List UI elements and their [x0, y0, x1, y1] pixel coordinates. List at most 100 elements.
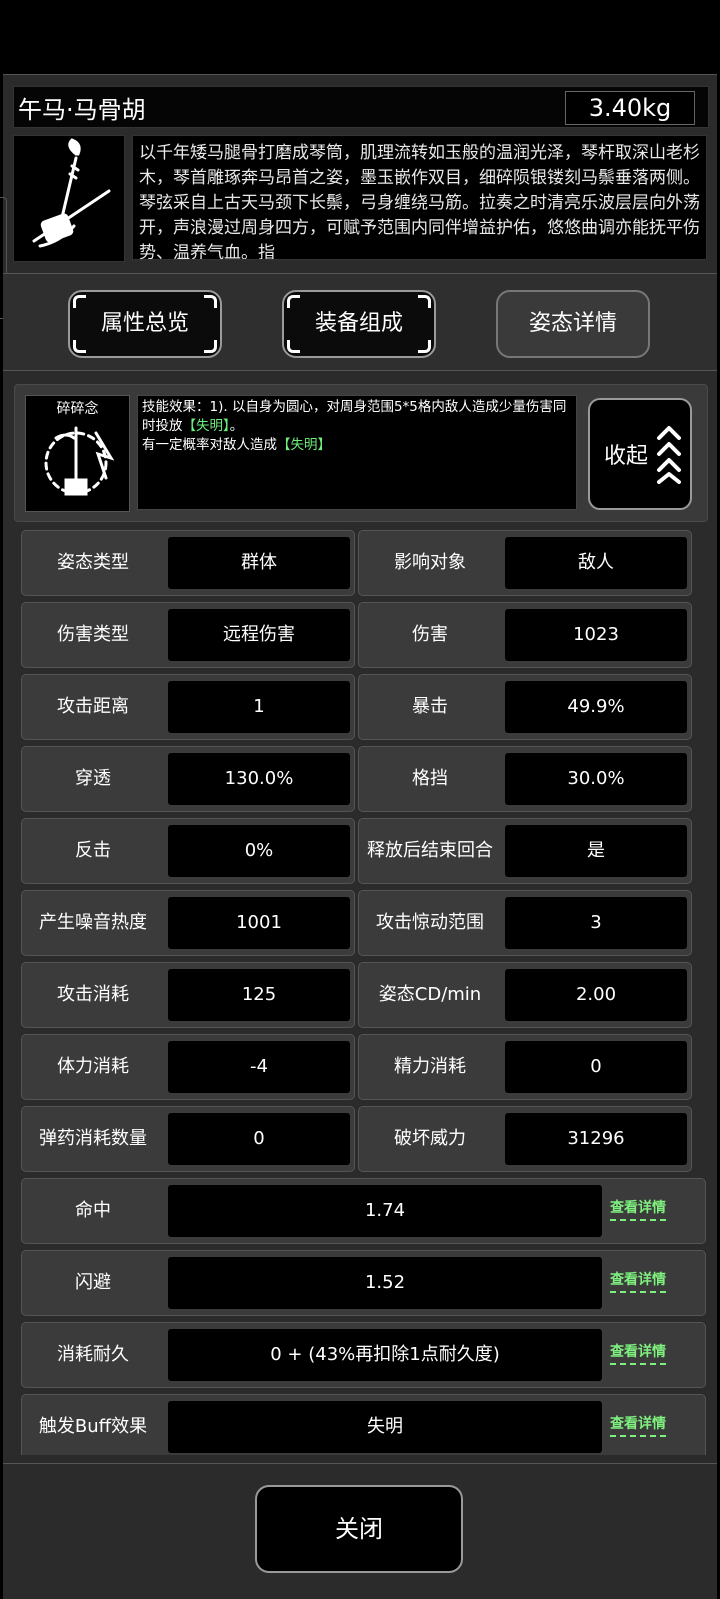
stat-label: 影响对象: [394, 552, 466, 573]
stat-value: 1.52: [168, 1257, 602, 1309]
item-description: 以千年矮马腿骨打磨成琴筒，肌理流转如玉般的温润光泽，琴杆取深山老杉木，琴首雕琢奔…: [132, 135, 707, 260]
stat-value: 0%: [168, 825, 350, 877]
blind-tag: 【失明】: [182, 418, 230, 434]
stat-label: 精力消耗: [394, 1056, 466, 1077]
stat-value: 1.74: [168, 1185, 602, 1237]
item-title: 午马·马骨胡: [18, 96, 146, 124]
stat-label: 穿透: [75, 768, 111, 789]
stat-cell: 伤害类型 远程伤害: [21, 602, 355, 668]
stat-label: 弹药消耗数量: [39, 1128, 147, 1149]
stat-cell: 格挡 30.0%: [358, 746, 692, 812]
stat-value: 远程伤害: [168, 609, 350, 661]
stat-value: 0 + (43%再扣除1点耐久度): [168, 1329, 602, 1381]
stat-label: 释放后结束回合: [367, 840, 493, 861]
tab-corner: [287, 295, 300, 308]
stats-list[interactable]: 姿态类型 群体 影响对象 敌人伤害类型 远程伤害 伤害 1023 攻击距离 1 暴击 49.9% 穿透…: [14, 530, 706, 1455]
stat-value: 130.0%: [168, 753, 350, 805]
stat-value: 49.9%: [505, 681, 687, 733]
stat-wide-row: 触发Buff效果 失明 查看详情: [21, 1394, 706, 1455]
item-weight: 3.40kg: [565, 91, 695, 125]
stat-label: 伤害类型: [57, 624, 129, 645]
stat-cell: 破坏威力 31296: [358, 1106, 692, 1172]
stat-label: 反击: [75, 840, 111, 861]
stat-cell: 反击 0%: [21, 818, 355, 884]
stat-cell: 姿态CD/min 2.00: [358, 962, 692, 1028]
stat-cell: 伤害 1023: [358, 602, 692, 668]
stat-value: 30.0%: [505, 753, 687, 805]
tab-corner: [73, 295, 86, 308]
skill-description: 技能效果：1). 以自身为圆心，对周身范围5*5格内敌人造成少量伤害同时投放【失…: [137, 395, 577, 510]
stat-cell: 攻击惊动范围 3: [358, 890, 692, 956]
stat-label: 攻击惊动范围: [376, 912, 484, 933]
stat-value: 31296: [505, 1113, 687, 1165]
skill-name: 碎碎念: [56, 401, 99, 417]
tab-corner: [204, 295, 217, 308]
tab-equipment-composition[interactable]: 装备组成: [282, 290, 436, 358]
close-button[interactable]: 关闭: [255, 1485, 463, 1573]
collapse-label: 收起: [604, 444, 649, 469]
stat-label: 攻击消耗: [57, 984, 129, 1005]
tab-corner: [287, 340, 300, 353]
stat-value: 群体: [168, 537, 350, 589]
stat-cell: 产生噪音热度 1001: [21, 890, 355, 956]
stat-value: 是: [505, 825, 687, 877]
skill-desc-text: 有一定概率对敌人造成: [142, 437, 277, 453]
stat-cell: 攻击距离 1: [21, 674, 355, 740]
stat-cell: 姿态类型 群体: [21, 530, 355, 596]
tab-label: 装备组成: [314, 311, 403, 336]
stat-wide-row: 命中 1.74 查看详情: [21, 1178, 706, 1244]
view-details-link[interactable]: 查看详情: [610, 1413, 666, 1437]
stat-cell: 穿透 130.0%: [21, 746, 355, 812]
stat-cell: 弹药消耗数量 0: [21, 1106, 355, 1172]
stat-value: 0: [168, 1113, 350, 1165]
view-details-link[interactable]: 查看详情: [610, 1197, 666, 1221]
stat-label: 破坏威力: [394, 1128, 466, 1149]
skill-desc-text: 。: [229, 418, 244, 434]
stat-cell: 攻击消耗 125: [21, 962, 355, 1028]
stat-cell: 暴击 49.9%: [358, 674, 692, 740]
stat-value: 1: [168, 681, 350, 733]
stat-cell: 精力消耗 0: [358, 1034, 692, 1100]
stat-wide-row: 消耗耐久 0 + (43%再扣除1点耐久度) 查看详情: [21, 1322, 706, 1388]
tab-label: 属性总览: [100, 311, 189, 336]
stat-label: 闪避: [75, 1272, 111, 1293]
stat-label: 体力消耗: [57, 1056, 129, 1077]
skill-icon-frame: 碎碎念: [25, 395, 130, 512]
stat-wide-row: 闪避 1.52 查看详情: [21, 1250, 706, 1316]
tab-corner: [418, 295, 431, 308]
blind-tag: 【失明】: [277, 437, 331, 453]
stat-value: -4: [168, 1041, 350, 1093]
view-details-link[interactable]: 查看详情: [610, 1269, 666, 1293]
stat-value: 0: [505, 1041, 687, 1093]
stat-value: 1023: [505, 609, 687, 661]
stat-label: 消耗耐久: [57, 1344, 129, 1365]
stat-value: 敌人: [505, 537, 687, 589]
tab-corner: [73, 340, 86, 353]
stat-value: 2.00: [505, 969, 687, 1021]
view-details-link[interactable]: 查看详情: [610, 1341, 666, 1365]
erhu-burst-icon: [44, 426, 115, 496]
stat-label: 触发Buff效果: [38, 1416, 148, 1437]
item-icon-frame: [13, 135, 125, 262]
stat-value: 失明: [168, 1401, 602, 1453]
tab-label: 姿态详情: [528, 311, 617, 336]
stat-label: 伤害: [412, 624, 448, 645]
collapse-button[interactable]: 收起: [588, 398, 692, 510]
erhu-icon: [32, 138, 111, 248]
tab-corner: [418, 340, 431, 353]
item-title-row: 午马·马骨胡 3.40kg: [13, 86, 709, 128]
stat-label: 暴击: [412, 696, 448, 717]
stat-label: 产生噪音热度: [39, 912, 147, 933]
close-label: 关闭: [335, 1515, 383, 1543]
stat-value: 3: [505, 897, 687, 949]
tab-corner: [204, 340, 217, 353]
stat-cell: 体力消耗 -4: [21, 1034, 355, 1100]
double-chevron-up-icon: [657, 426, 681, 484]
stat-value: 125: [168, 969, 350, 1021]
tab-stance-details[interactable]: 姿态详情: [496, 290, 650, 358]
stat-label: 格挡: [412, 768, 448, 789]
tab-attributes-overview[interactable]: 属性总览: [68, 290, 222, 358]
stat-value: 1001: [168, 897, 350, 949]
stat-cell: 释放后结束回合是: [358, 818, 692, 884]
stat-label: 命中: [75, 1200, 111, 1221]
